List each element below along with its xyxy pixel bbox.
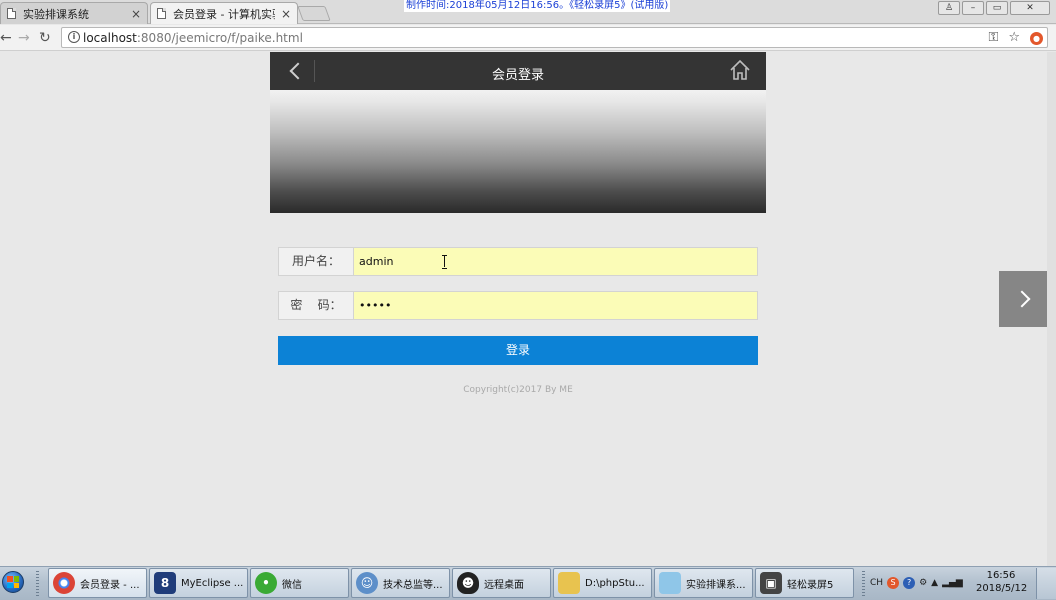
minimize-button[interactable]: – [962,1,984,15]
username-row: 用户名： [278,247,758,276]
task-screen-recorder[interactable]: ▣ 轻松录屏5 [755,568,854,598]
task-label: 技术总监等... [383,579,443,591]
task-label: 实验排课系... [686,579,746,591]
task-label: 远程桌面 [484,579,524,591]
notepad-icon [659,572,681,594]
windows-taskbar: 会员登录 - ... 8 MyEclipse ... • 微信 ☺ 技术总监等.… [0,566,1056,600]
key-icon[interactable]: ⚿ [988,30,998,45]
back-arrow-icon[interactable]: ← [0,29,12,47]
clock[interactable]: 16:56 2018/5/12 [976,569,1028,595]
task-myeclipse[interactable]: 8 MyEclipse ... [149,568,248,598]
tab-label: 会员登录 - 计算机实验中 [173,7,275,21]
tray-grip [862,571,865,597]
app-header: 会员登录 [270,52,766,90]
task-notepad[interactable]: 实验排课系... [654,568,753,598]
password-label: 密 码： [279,292,354,319]
task-label: MyEclipse ... [181,577,244,589]
close-button[interactable]: ✕ [1010,1,1050,15]
qq-group-icon: ☺ [356,572,378,594]
restore-button[interactable]: ▭ [986,1,1008,15]
show-hidden-icons-icon[interactable]: ▲ [931,578,938,588]
page-icon [7,8,16,19]
chrome-icon [53,572,75,594]
task-label: 会员登录 - ... [80,579,140,591]
tab-close-icon[interactable]: × [131,7,141,21]
forward-arrow-icon[interactable]: → [18,29,30,47]
scrollbar[interactable] [1047,52,1056,566]
wechat-icon: • [255,572,277,594]
tab-experiment-scheduling[interactable]: 实验排课系统 × [0,2,148,24]
page-title: 会员登录 [491,68,544,83]
folder-icon [558,572,580,594]
qq-icon: ☻ [457,572,479,594]
header-banner-image [270,90,766,213]
tab-label: 实验排课系统 [23,7,89,21]
page-icon [157,8,166,19]
task-qq-group[interactable]: ☺ 技术总监等... [351,568,450,598]
new-tab-button[interactable] [297,6,331,21]
url-text: localhost:8080/jeemicro/f/paike.html [83,31,303,45]
language-indicator[interactable]: CH [870,578,883,588]
sogou-input-icon[interactable]: S [887,577,900,589]
info-icon[interactable]: i [68,31,80,43]
user-icon[interactable]: ♙ [938,1,960,15]
task-wechat[interactable]: • 微信 [250,568,349,598]
next-arrow-icon[interactable] [999,271,1047,327]
recording-watermark: 制作时间:2018年05月12日16:56。《轻松录屏5》(试用版) [404,0,671,12]
page-viewport: 会员登录 用户名： 密 码： 登录 Copyright(c)2017 By ME [0,52,1056,566]
tab-close-icon[interactable]: × [281,7,291,21]
password-input[interactable] [354,292,757,319]
extension-icon[interactable]: ● [1030,32,1043,45]
windows-flag-icon [7,576,19,588]
browser-toolbar: ← → ↻ i localhost:8080/jeemicro/f/paike.… [0,25,1056,51]
recorder-icon: ▣ [760,572,782,594]
login-button[interactable]: 登录 [278,336,758,365]
home-icon[interactable] [728,58,752,82]
omnibox-actions: ⚿ ☆ ● [988,30,1043,45]
myeclipse-icon: 8 [154,572,176,594]
star-icon[interactable]: ☆ [1008,30,1020,45]
taskbar-grip [36,571,39,597]
task-chrome[interactable]: 会员登录 - ... [48,568,147,598]
clock-time: 16:56 [986,570,1016,581]
username-input[interactable] [354,248,757,275]
show-desktop-button[interactable] [1036,568,1056,599]
clock-date: 2018/5/12 [976,583,1028,594]
ime-settings-icon[interactable]: ⚙ [919,578,927,588]
reload-icon[interactable]: ↻ [39,29,51,47]
tab-member-login[interactable]: 会员登录 - 计算机实验中 × [150,2,298,24]
browser-tab-strip: 实验排课系统 × 会员登录 - 计算机实验中 × 制作时间:2018年05月12… [0,0,1056,24]
copyright-text: Copyright(c)2017 By ME [463,385,573,395]
text-cursor-icon [441,254,449,269]
start-button[interactable] [0,568,28,598]
password-row: 密 码： [278,291,758,320]
task-label: 微信 [282,579,302,591]
task-label: 轻松录屏5 [787,579,834,591]
window-controls: ♙ – ▭ ✕ [938,1,1050,15]
task-folder[interactable]: D:\phpStu... [553,568,652,598]
task-remote-desktop[interactable]: ☻ 远程桌面 [452,568,551,598]
task-label: D:\phpStu... [585,577,645,589]
help-icon[interactable]: ? [903,577,916,589]
network-icon[interactable]: ▂▄▆ [942,578,963,588]
username-label: 用户名： [279,248,354,275]
address-bar[interactable]: i localhost:8080/jeemicro/f/paike.html ⚿… [61,27,1048,48]
